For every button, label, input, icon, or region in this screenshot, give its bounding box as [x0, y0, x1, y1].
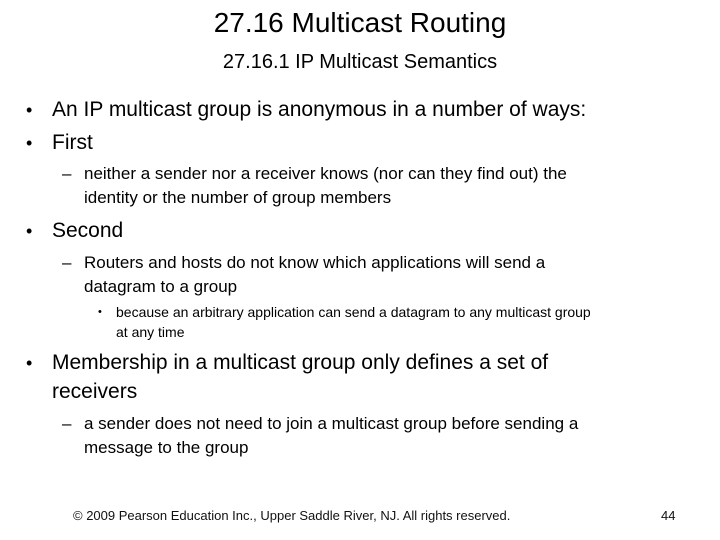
sub-bullet-text: datagram to a group [84, 277, 238, 296]
bullet-text: receivers [52, 380, 138, 403]
bullet-text: First [52, 131, 93, 154]
bullet-text: Membership in a multicast group only def… [52, 351, 549, 374]
dash-icon: – [62, 253, 72, 272]
slide-subtitle: 27.16.1 IP Multicast Semantics [222, 51, 498, 73]
bullet-icon: • [26, 221, 33, 241]
bullet-icon: • [26, 100, 33, 120]
sub-bullet-text: Routers and hosts do not know which appl… [84, 253, 546, 272]
bullet-text: Second [52, 219, 124, 242]
bullet-text: An IP multicast group is anonymous in a … [52, 98, 587, 121]
dash-icon: – [62, 164, 72, 183]
bullet-icon: • [26, 353, 33, 373]
sub-bullet-text: a sender does not need to join a multica… [84, 414, 579, 433]
sub-bullet-text: identity or the number of group members [84, 188, 392, 207]
sub-sub-bullet-text: because an arbitrary application can sen… [116, 304, 591, 320]
footer-copyright: © 2009 Pearson Education Inc., Upper Sad… [73, 508, 511, 523]
sub-sub-bullet-text: at any time [116, 324, 185, 340]
bullet-icon: • [98, 306, 102, 318]
dash-icon: – [62, 414, 72, 433]
bullet-icon: • [26, 133, 33, 153]
sub-bullet-text: message to the group [84, 438, 249, 457]
sub-bullet-text: neither a sender nor a receiver knows (n… [84, 164, 567, 183]
slide-title: 27.16 Multicast Routing [213, 7, 507, 38]
page-number: 44 [661, 508, 676, 523]
